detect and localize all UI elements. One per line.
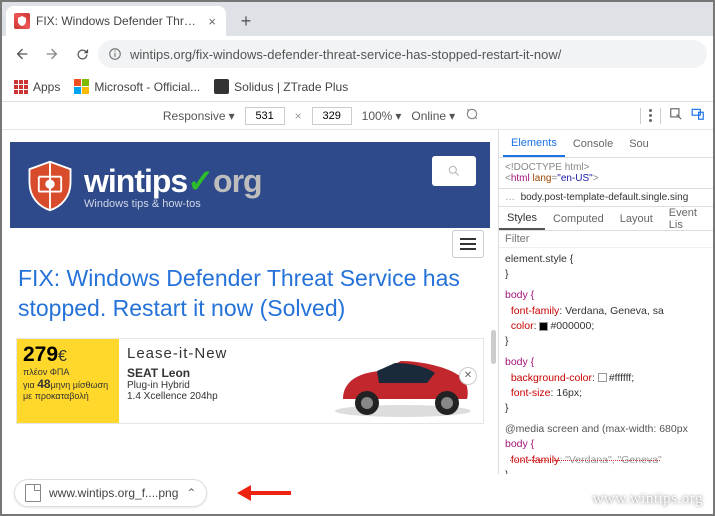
- site-brand: wintips✓org: [84, 162, 262, 200]
- chevron-down-icon: ▾: [449, 109, 455, 123]
- arrow-annotation: [233, 482, 293, 504]
- dom-tree[interactable]: <!DOCTYPE html> <html lang="en-US">: [499, 158, 713, 189]
- scrollbar-thumb[interactable]: [491, 330, 496, 364]
- device-toggle-icon[interactable]: [691, 107, 705, 124]
- throttle-dropdown[interactable]: Online ▾: [411, 109, 455, 123]
- tab-console[interactable]: Console: [565, 130, 621, 157]
- page-viewport: wintips✓org Windows tips & how-tos FIX: …: [2, 130, 498, 492]
- device-dropdown[interactable]: Responsive ▾: [163, 109, 235, 123]
- new-tab-button[interactable]: +: [234, 9, 258, 33]
- devtools-tabs: Elements Console Sou: [499, 130, 713, 158]
- url-text: wintips.org/fix-windows-defender-threat-…: [130, 47, 561, 62]
- ad-text-block: Lease-it-New SEAT Leon Plug-in Hybrid 1.…: [119, 339, 323, 423]
- info-icon: [108, 47, 122, 61]
- file-icon: [25, 484, 41, 502]
- bookmark-label: Microsoft - Official...: [94, 80, 200, 94]
- more-icon[interactable]: [649, 109, 652, 122]
- close-icon[interactable]: ×: [206, 14, 218, 29]
- search-input[interactable]: [432, 156, 476, 186]
- styles-filter: [499, 231, 713, 248]
- chevron-up-icon[interactable]: ⌃: [186, 486, 196, 500]
- bookmark-label: Apps: [33, 80, 60, 94]
- devtools-panel: Elements Console Sou <!DOCTYPE html> <ht…: [498, 130, 713, 492]
- search-icon: [447, 164, 461, 178]
- check-icon: ✓: [187, 163, 213, 199]
- reload-button[interactable]: [68, 40, 96, 68]
- tab-sources[interactable]: Sou: [621, 130, 657, 157]
- chevron-down-icon: ▾: [229, 109, 235, 123]
- article-title: FIX: Windows Defender Threat Service has…: [10, 228, 490, 334]
- rotate-icon[interactable]: [465, 107, 479, 124]
- apps-icon: [14, 80, 28, 94]
- chevron-down-icon: ▾: [395, 109, 401, 123]
- subtab-computed[interactable]: Computed: [545, 207, 612, 230]
- bookmark-solidus[interactable]: Solidus | ZTrade Plus: [210, 77, 352, 96]
- site-header: wintips✓org Windows tips & how-tos: [10, 142, 490, 228]
- bookmark-microsoft[interactable]: Microsoft - Official...: [70, 77, 204, 96]
- download-chip[interactable]: www.wintips.org_f....png ⌃: [14, 479, 207, 507]
- main-area: wintips✓org Windows tips & how-tos FIX: …: [2, 130, 713, 492]
- subtab-event[interactable]: Event Lis: [661, 207, 713, 230]
- css-rules[interactable]: element.style {} body { font-family: Ver…: [499, 248, 713, 492]
- ad-banner[interactable]: 279€ πλέον ΦΠΑ για 48μηνη μίσθωση με προ…: [16, 338, 484, 424]
- site-favicon: [14, 13, 30, 29]
- subtab-styles[interactable]: Styles: [499, 207, 545, 230]
- inspect-icon[interactable]: [669, 107, 683, 124]
- viewport-height-input[interactable]: [312, 107, 352, 125]
- viewport-width-input[interactable]: [245, 107, 285, 125]
- back-button[interactable]: [8, 40, 36, 68]
- zoom-dropdown[interactable]: 100% ▾: [362, 109, 402, 123]
- forward-button[interactable]: [38, 40, 66, 68]
- browser-tab[interactable]: FIX: Windows Defender Threat Se ×: [6, 6, 226, 36]
- url-box[interactable]: wintips.org/fix-windows-defender-threat-…: [98, 40, 707, 68]
- download-filename: www.wintips.org_f....png: [49, 486, 178, 500]
- dimension-separator: ×: [295, 109, 302, 123]
- styles-subtabs: Styles Computed Layout Event Lis: [499, 207, 713, 231]
- apps-button[interactable]: Apps: [10, 78, 64, 96]
- bookmark-label: Solidus | ZTrade Plus: [234, 80, 348, 94]
- dom-breadcrumb[interactable]: … body.post-template-default.single.sing: [499, 189, 713, 207]
- address-bar: wintips.org/fix-windows-defender-threat-…: [2, 36, 713, 72]
- filter-input[interactable]: [505, 233, 707, 245]
- solidus-icon: [214, 79, 229, 94]
- browser-tab-bar: FIX: Windows Defender Threat Se × +: [2, 2, 713, 36]
- tab-title: FIX: Windows Defender Threat Se: [36, 14, 200, 28]
- microsoft-icon: [74, 79, 89, 94]
- bookmarks-bar: Apps Microsoft - Official... Solidus | Z…: [2, 72, 713, 102]
- ad-close-icon[interactable]: ✕: [459, 367, 477, 385]
- watermark: www.wintips.org: [593, 491, 703, 508]
- devtools-device-bar: Responsive ▾ × 100% ▾ Online ▾: [2, 102, 713, 130]
- subtab-layout[interactable]: Layout: [612, 207, 661, 230]
- menu-button[interactable]: [452, 230, 484, 258]
- tab-elements[interactable]: Elements: [503, 130, 565, 157]
- site-logo-icon: [22, 158, 78, 214]
- ad-price-block: 279€ πλέον ΦΠΑ για 48μηνη μίσθωση με προ…: [17, 339, 119, 423]
- ad-car-image: ✕: [323, 339, 483, 423]
